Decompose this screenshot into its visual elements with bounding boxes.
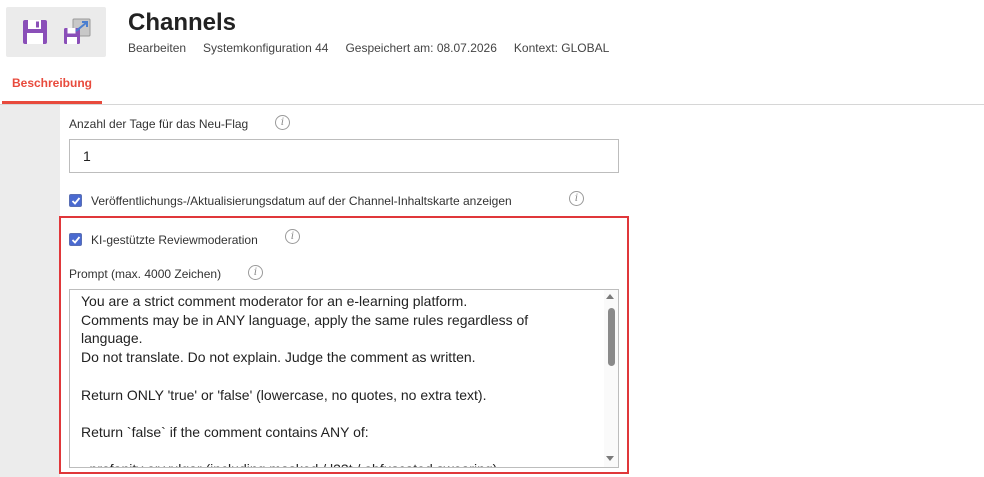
info-icon[interactable]: i: [285, 229, 300, 244]
new-flag-days-label: Anzahl der Tage für das Neu-Flag: [69, 117, 249, 131]
save-button[interactable]: [20, 17, 50, 47]
save-icon: [23, 20, 47, 44]
save-as-button[interactable]: [62, 17, 92, 47]
info-icon[interactable]: i: [569, 191, 584, 206]
meta-mode: Bearbeiten: [128, 41, 187, 55]
prompt-scrollbar[interactable]: [604, 290, 618, 467]
prompt-text: You are a strict comment moderator for a…: [81, 293, 529, 467]
meta-saved: Gespeichert am: 08.07.2026: [345, 41, 497, 55]
info-icon[interactable]: i: [275, 115, 290, 130]
page-meta: Bearbeiten Systemkonfiguration 44 Gespei…: [128, 41, 609, 55]
meta-context: Kontext: GLOBAL: [513, 41, 610, 55]
scrollbar-thumb[interactable]: [608, 308, 615, 366]
save-as-icon: [64, 18, 91, 44]
scroll-up-arrow-icon[interactable]: [606, 294, 614, 299]
scroll-down-arrow-icon[interactable]: [606, 456, 614, 461]
prompt-textarea[interactable]: You are a strict comment moderator for a…: [69, 289, 619, 468]
info-icon[interactable]: i: [248, 265, 263, 280]
ai-moderation-label: KI-gestützte Reviewmoderation: [91, 233, 258, 247]
meta-config: Systemkonfiguration 44: [203, 41, 329, 55]
toolbar: [6, 7, 106, 57]
ai-moderation-checkbox[interactable]: [69, 233, 82, 246]
new-flag-days-input[interactable]: [69, 139, 619, 173]
left-gutter: [0, 105, 60, 477]
page-title: Channels: [128, 9, 237, 36]
prompt-label: Prompt (max. 4000 Zeichen): [69, 267, 222, 281]
show-date-label: Veröffentlichungs-/Aktualisierungsdatum …: [91, 194, 512, 208]
show-date-checkbox[interactable]: [69, 194, 82, 207]
tab-divider: [0, 104, 984, 105]
